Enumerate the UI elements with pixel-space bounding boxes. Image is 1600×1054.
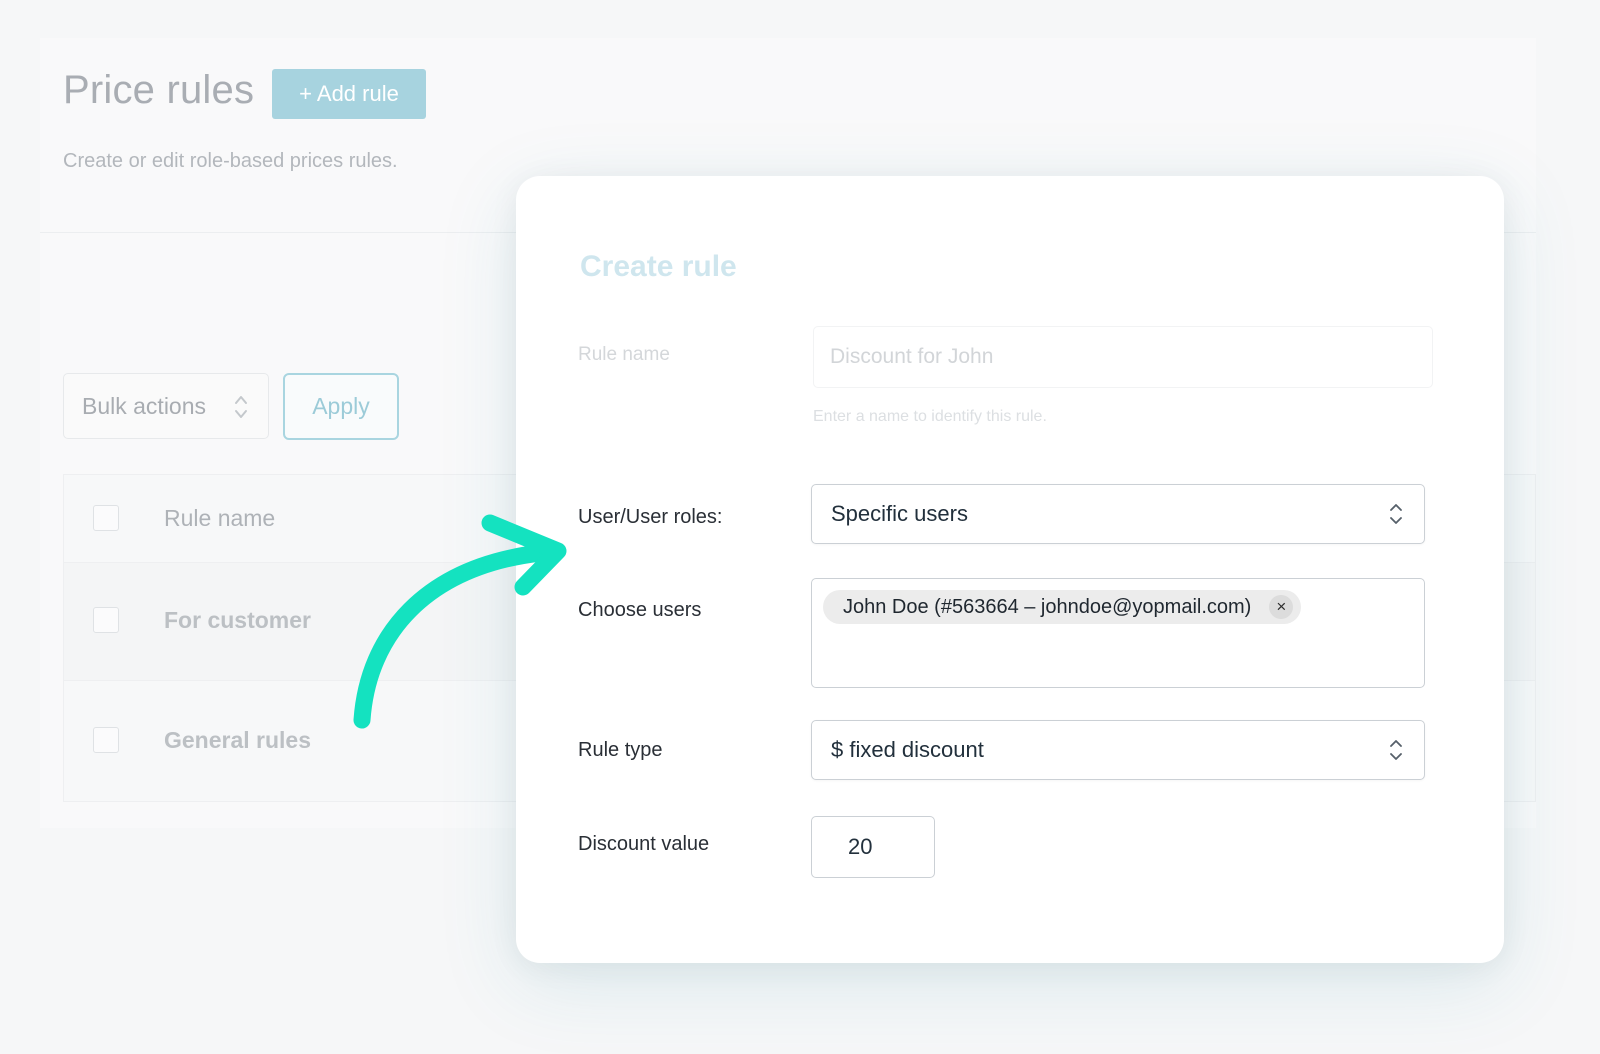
- choose-users-label: Choose users: [578, 599, 702, 621]
- rule-name-label: Rule name: [578, 344, 670, 365]
- modal-title: Create rule: [580, 250, 737, 283]
- rule-type-value: $ fixed discount: [831, 737, 984, 762]
- rule-name-link[interactable]: General rules: [164, 727, 311, 754]
- rule-type-label: Rule type: [578, 739, 663, 761]
- page-subtitle: Create or edit role-based prices rules.: [63, 150, 398, 172]
- select-all-checkbox[interactable]: [93, 505, 119, 531]
- user-roles-value: Specific users: [831, 501, 968, 526]
- rule-name-link[interactable]: For customer: [164, 607, 311, 634]
- rule-name-input[interactable]: [813, 326, 1433, 388]
- user-roles-select[interactable]: Specific users: [811, 484, 1425, 544]
- discount-value-label: Discount value: [578, 833, 710, 855]
- add-rule-button[interactable]: + Add rule: [272, 69, 426, 119]
- row-checkbox[interactable]: [93, 607, 119, 633]
- curved-arrow-icon: [353, 514, 567, 729]
- column-header-rule-name: Rule name: [164, 505, 276, 531]
- create-rule-modal: Create rule Rule name Enter a name to id…: [516, 176, 1504, 963]
- rule-type-select[interactable]: $ fixed discount: [811, 720, 1425, 780]
- apply-button[interactable]: Apply: [283, 373, 399, 440]
- chevron-up-down-icon: [235, 396, 247, 418]
- chevron-up-down-icon: [1390, 504, 1402, 524]
- bulk-actions-value: Bulk actions: [82, 393, 207, 419]
- close-icon[interactable]: ×: [1269, 595, 1294, 619]
- discount-value-input[interactable]: [811, 816, 935, 878]
- bulk-actions-select[interactable]: Bulk actions: [63, 373, 269, 439]
- selected-user-label: John Doe (#563664 – johndoe@yopmail.com): [843, 596, 1252, 618]
- user-roles-label: User/User roles:: [578, 506, 723, 528]
- row-checkbox[interactable]: [93, 727, 119, 753]
- choose-users-field[interactable]: John Doe (#563664 – johndoe@yopmail.com)…: [811, 578, 1425, 688]
- rule-name-help-text: Enter a name to identify this rule.: [813, 408, 1047, 425]
- selected-user-tag: John Doe (#563664 – johndoe@yopmail.com)…: [823, 590, 1302, 624]
- page-title: Price rules: [63, 68, 255, 112]
- chevron-up-down-icon: [1390, 740, 1402, 760]
